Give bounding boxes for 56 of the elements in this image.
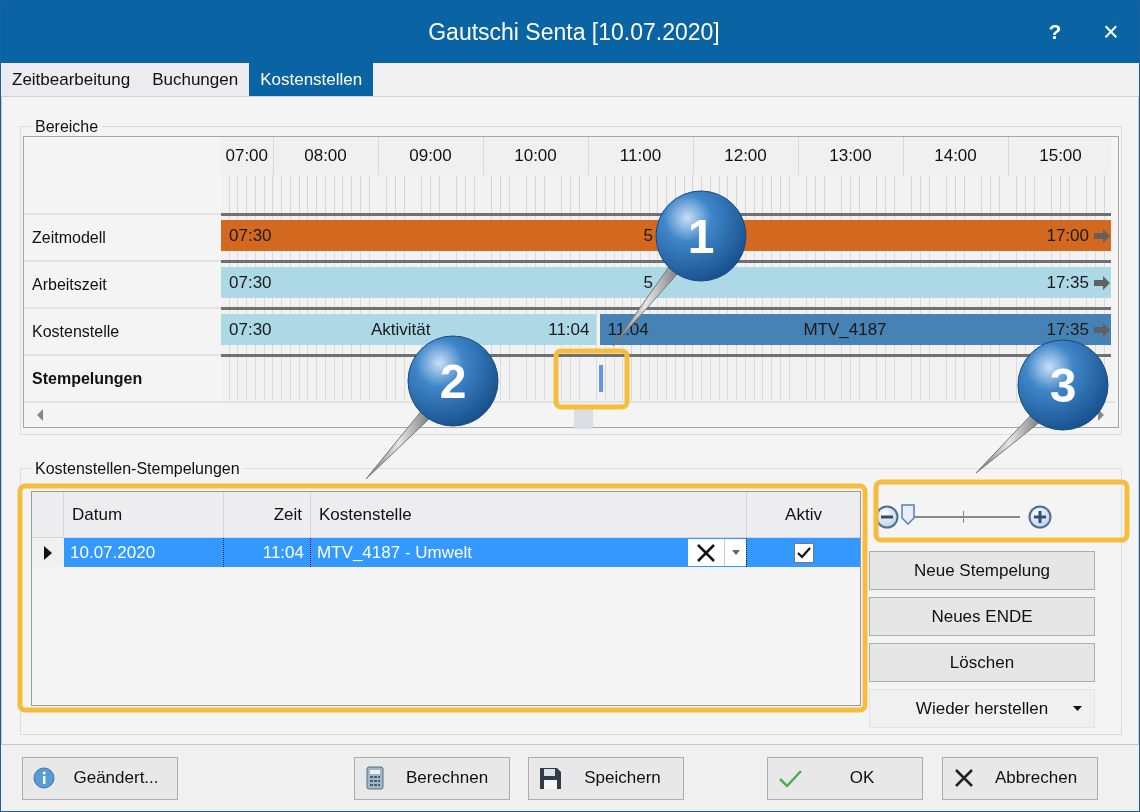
split-button[interactable]: Wieder herstellen (869, 689, 1095, 729)
dropdown-button[interactable] (724, 539, 746, 567)
column-header[interactable]: Kostenstelle (319, 502, 412, 528)
action-button[interactable]: Geändert... (22, 756, 178, 800)
bar-start-time: 07:30 (228, 271, 272, 294)
bar-end-time: 17:00 (1046, 224, 1090, 247)
bar-label: MTV_4187 (803, 319, 887, 339)
row-label: Zeitmodell (32, 227, 106, 248)
callout-pin: 2 (365, 335, 499, 480)
table-cell-text: 11:04 (262, 542, 304, 565)
save-button[interactable]: Speichern (528, 756, 684, 800)
action-button[interactable]: Löschen (869, 643, 1095, 683)
scroll-left-icon[interactable] (36, 409, 44, 422)
row-label: Kostenstelle (32, 321, 120, 342)
cancel-button[interactable]: Abbrechen (942, 756, 1098, 800)
tab[interactable]: Zeitbearbeitung (1, 63, 142, 96)
group-title: Bereiche (34, 117, 100, 137)
help-button[interactable]: ? (1027, 1, 1083, 63)
bar-end-time: 11:04 (548, 318, 591, 341)
caret-icon (731, 550, 740, 556)
table-cell-text: MTV_4187 - Umwelt (317, 542, 472, 565)
callout-pin: 3 (975, 339, 1109, 474)
row-label: Arbeitszeit (32, 274, 107, 295)
slider-thumb[interactable] (901, 504, 915, 526)
checkbox[interactable] (793, 542, 814, 563)
current-row-icon (43, 545, 53, 560)
bar-label: 5 (643, 272, 653, 292)
ok-button[interactable]: OK (767, 756, 923, 800)
zoom-in-icon[interactable] (1028, 505, 1052, 530)
clear-button[interactable] (688, 539, 724, 567)
stamp-marker (598, 365, 603, 393)
action-button[interactable]: Neue Stempelung (869, 551, 1095, 591)
action-button[interactable]: Berechnen (354, 756, 510, 800)
row-label: Stempelungen (32, 368, 143, 389)
cross-icon (695, 541, 717, 564)
column-header[interactable]: Zeit (273, 502, 302, 528)
scroll-right-icon[interactable] (1097, 409, 1105, 422)
info-icon (33, 767, 55, 789)
bar-end-time: 17:35 (1046, 271, 1090, 294)
window-title: Gautschi Senta [10.07.2020] (427, 17, 721, 47)
tab[interactable]: Kostenstellen (249, 63, 374, 96)
column-header[interactable]: Datum (72, 502, 123, 528)
bar-start-time: 11:04 (606, 318, 649, 341)
calculator-icon (365, 766, 385, 790)
bar-start-time: 07:30 (228, 318, 272, 341)
action-button[interactable]: Neues ENDE (869, 597, 1095, 637)
bar-end-time: 17:35 (1046, 318, 1090, 341)
close-button[interactable]: × (1083, 1, 1139, 63)
group-title: Kostenstellen-Stempelungen (34, 459, 241, 479)
caret-icon (1073, 706, 1082, 712)
bar-start-time: 07:30 (228, 224, 272, 247)
cancel-icon (953, 767, 975, 789)
bar-label: 5 (643, 225, 653, 245)
tab[interactable]: Buchungen (141, 63, 250, 96)
column-header[interactable]: Aktiv (785, 502, 822, 528)
table-cell-text: 10.07.2020 (70, 542, 156, 565)
